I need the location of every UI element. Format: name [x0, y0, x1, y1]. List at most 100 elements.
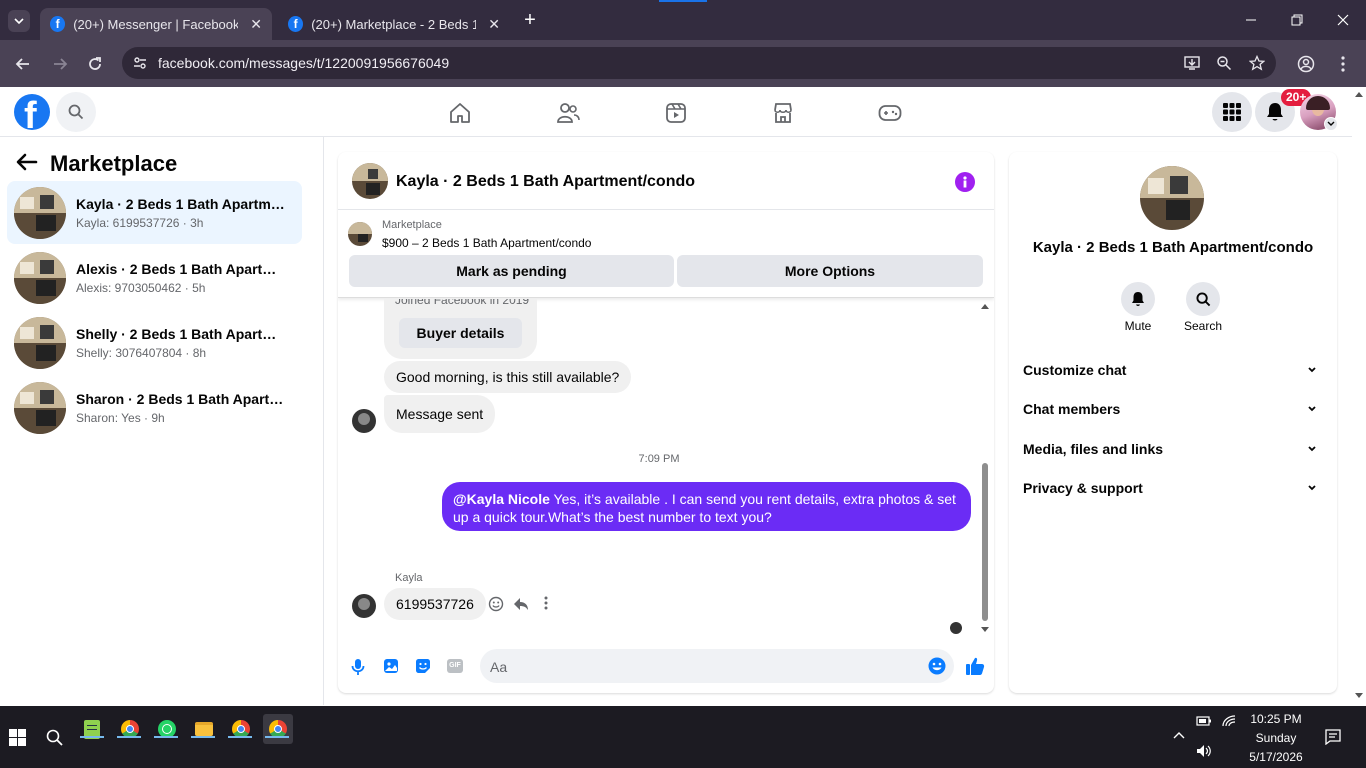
chrome-app-icon[interactable] [115, 714, 145, 744]
tab-search-button[interactable] [8, 10, 30, 32]
gif-icon[interactable]: GIF [447, 659, 463, 673]
emoji-icon[interactable] [928, 657, 946, 675]
page-scrollbar[interactable] [1352, 87, 1366, 706]
search-label: Search [1183, 319, 1223, 333]
restore-button[interactable] [1274, 0, 1320, 40]
browser-menu-button[interactable] [1331, 52, 1355, 76]
chat-members-section[interactable]: Chat members [1023, 401, 1323, 417]
details-name: Kayla · 2 Beds 1 Bath Apartment/condo [1032, 239, 1314, 256]
clock-day[interactable]: Sunday [1240, 731, 1312, 745]
active-app-indicator [117, 736, 141, 738]
chat-window: Kayla · 2 Beds 1 Bath Apartment/condo Ma… [338, 152, 994, 693]
buyer-info-card: Joined Facebook in 2019 Buyer details [384, 299, 537, 359]
profile-button[interactable] [1294, 52, 1318, 76]
listing-title[interactable]: $900 – 2 Beds 1 Bath Apartment/condo [382, 236, 591, 250]
incoming-message[interactable]: Message sent [384, 395, 496, 433]
minimize-icon [1246, 19, 1256, 21]
photo-icon[interactable] [383, 658, 399, 674]
message-input[interactable]: Aa [480, 649, 954, 683]
windows-start-icon[interactable] [9, 729, 26, 746]
notepad-app-icon[interactable] [77, 714, 107, 744]
more-actions-icon[interactable] [544, 596, 548, 610]
incoming-message[interactable]: Good morning, is this still available? [384, 361, 632, 393]
incoming-message[interactable]: 6199537726 [384, 588, 486, 620]
file-explorer-icon[interactable] [189, 714, 219, 744]
customize-chat-section[interactable]: Customize chat [1023, 362, 1323, 378]
facebook-logo-icon[interactable]: f [14, 94, 50, 130]
address-bar[interactable]: facebook.com/messages/t/1220091956676049 [122, 47, 1276, 79]
taskbar-search-icon[interactable] [46, 729, 63, 746]
privacy-support-section[interactable]: Privacy & support [1023, 480, 1323, 496]
more-options-button[interactable]: More Options [677, 255, 983, 287]
whatsapp-app-icon[interactable] [152, 714, 182, 744]
listing-thumbnail [14, 251, 66, 304]
reply-icon[interactable] [513, 596, 529, 612]
kebab-menu-icon [1341, 56, 1345, 72]
forward-button[interactable] [48, 52, 72, 76]
conversation-item-sharon[interactable]: Sharon · 2 Beds 1 Bath Apartme... Sharon… [7, 376, 302, 439]
close-tab-icon[interactable]: ✕ [488, 16, 500, 33]
message-list[interactable]: Joined Facebook in 2019 Buyer details Go… [338, 299, 994, 639]
conversation-item-shelly[interactable]: Shelly · 2 Beds 1 Bath Apartmen... Shell… [7, 311, 302, 374]
gaming-nav-button[interactable] [876, 99, 904, 127]
clock-time[interactable]: 10:25 PM [1240, 712, 1312, 726]
buyer-details-button[interactable]: Buyer details [399, 318, 522, 348]
site-info-icon[interactable] [132, 55, 148, 71]
menu-grid-button[interactable] [1212, 92, 1252, 132]
chat-avatar[interactable] [352, 163, 388, 199]
sticker-icon[interactable] [415, 658, 431, 674]
network-icon[interactable] [1222, 715, 1236, 727]
chat-scrollbar[interactable] [980, 301, 990, 636]
conversation-info-button[interactable] [955, 172, 975, 192]
reload-button[interactable] [83, 52, 107, 76]
browser-tab-messenger[interactable]: f (20+) Messenger | Facebook ✕ [40, 8, 272, 40]
account-chevron-icon[interactable] [1324, 117, 1338, 131]
volume-icon[interactable] [1196, 744, 1212, 758]
chrome-app-icon[interactable] [226, 714, 256, 744]
clock-date[interactable]: 5/17/2026 [1240, 750, 1312, 764]
scroll-thumb[interactable] [982, 463, 988, 621]
search-button[interactable] [56, 92, 96, 132]
video-nav-button[interactable] [662, 99, 690, 127]
outgoing-message[interactable]: @Kayla Nicole Yes, it’s available . I ca… [442, 482, 971, 531]
show-hidden-icons-icon[interactable] [1173, 731, 1185, 739]
microphone-icon[interactable] [351, 658, 365, 676]
battery-icon[interactable] [1196, 716, 1212, 726]
marketplace-nav-button[interactable] [769, 99, 797, 127]
home-nav-button[interactable] [446, 99, 474, 127]
browser-tab-marketplace[interactable]: f (20+) Marketplace - 2 Beds 1 Ba ✕ [278, 8, 510, 40]
scroll-up-arrow-icon[interactable] [1355, 91, 1363, 97]
close-tab-icon[interactable]: ✕ [250, 16, 262, 33]
zoom-icon[interactable] [1216, 55, 1232, 71]
conversation-item-alexis[interactable]: Alexis · 2 Beds 1 Bath Apartmen... Alexi… [7, 246, 302, 309]
react-emoji-icon[interactable] [488, 596, 504, 612]
back-arrow-button[interactable] [16, 153, 38, 171]
chevron-down-icon [1308, 406, 1316, 412]
search-in-conversation-button[interactable] [1186, 282, 1220, 316]
scroll-down-arrow-icon[interactable] [981, 627, 989, 632]
close-window-button[interactable] [1320, 0, 1366, 40]
details-avatar[interactable] [1140, 166, 1204, 230]
friends-nav-button[interactable] [554, 99, 582, 127]
notification-center-icon[interactable] [1325, 729, 1341, 745]
mention-tag[interactable]: @Kayla Nicole [453, 491, 550, 507]
chat-title[interactable]: Kayla · 2 Beds 1 Bath Apartment/condo [396, 173, 695, 191]
back-button[interactable] [11, 52, 35, 76]
conversation-item-kayla[interactable]: Kayla · 2 Beds 1 Bath Apartment... Kayla… [7, 181, 302, 244]
chrome-app-icon-active[interactable] [263, 714, 293, 744]
media-files-links-section[interactable]: Media, files and links [1023, 441, 1323, 457]
mute-button[interactable] [1121, 282, 1155, 316]
install-app-icon[interactable] [1184, 55, 1200, 71]
listing-thumbnail[interactable] [348, 222, 372, 246]
new-tab-button[interactable]: + [520, 10, 540, 30]
facebook-favicon-icon: f [288, 16, 304, 32]
restore-icon [1291, 14, 1303, 26]
like-thumbs-up-icon[interactable] [965, 656, 985, 676]
mark-as-pending-button[interactable]: Mark as pending [349, 255, 674, 287]
scroll-up-arrow-icon[interactable] [981, 304, 989, 309]
listing-thumbnail [14, 186, 66, 239]
scroll-down-arrow-icon[interactable] [1355, 693, 1363, 699]
minimize-button[interactable] [1228, 0, 1274, 40]
kayla-avatar [352, 594, 376, 618]
bookmark-star-icon[interactable] [1249, 55, 1265, 71]
